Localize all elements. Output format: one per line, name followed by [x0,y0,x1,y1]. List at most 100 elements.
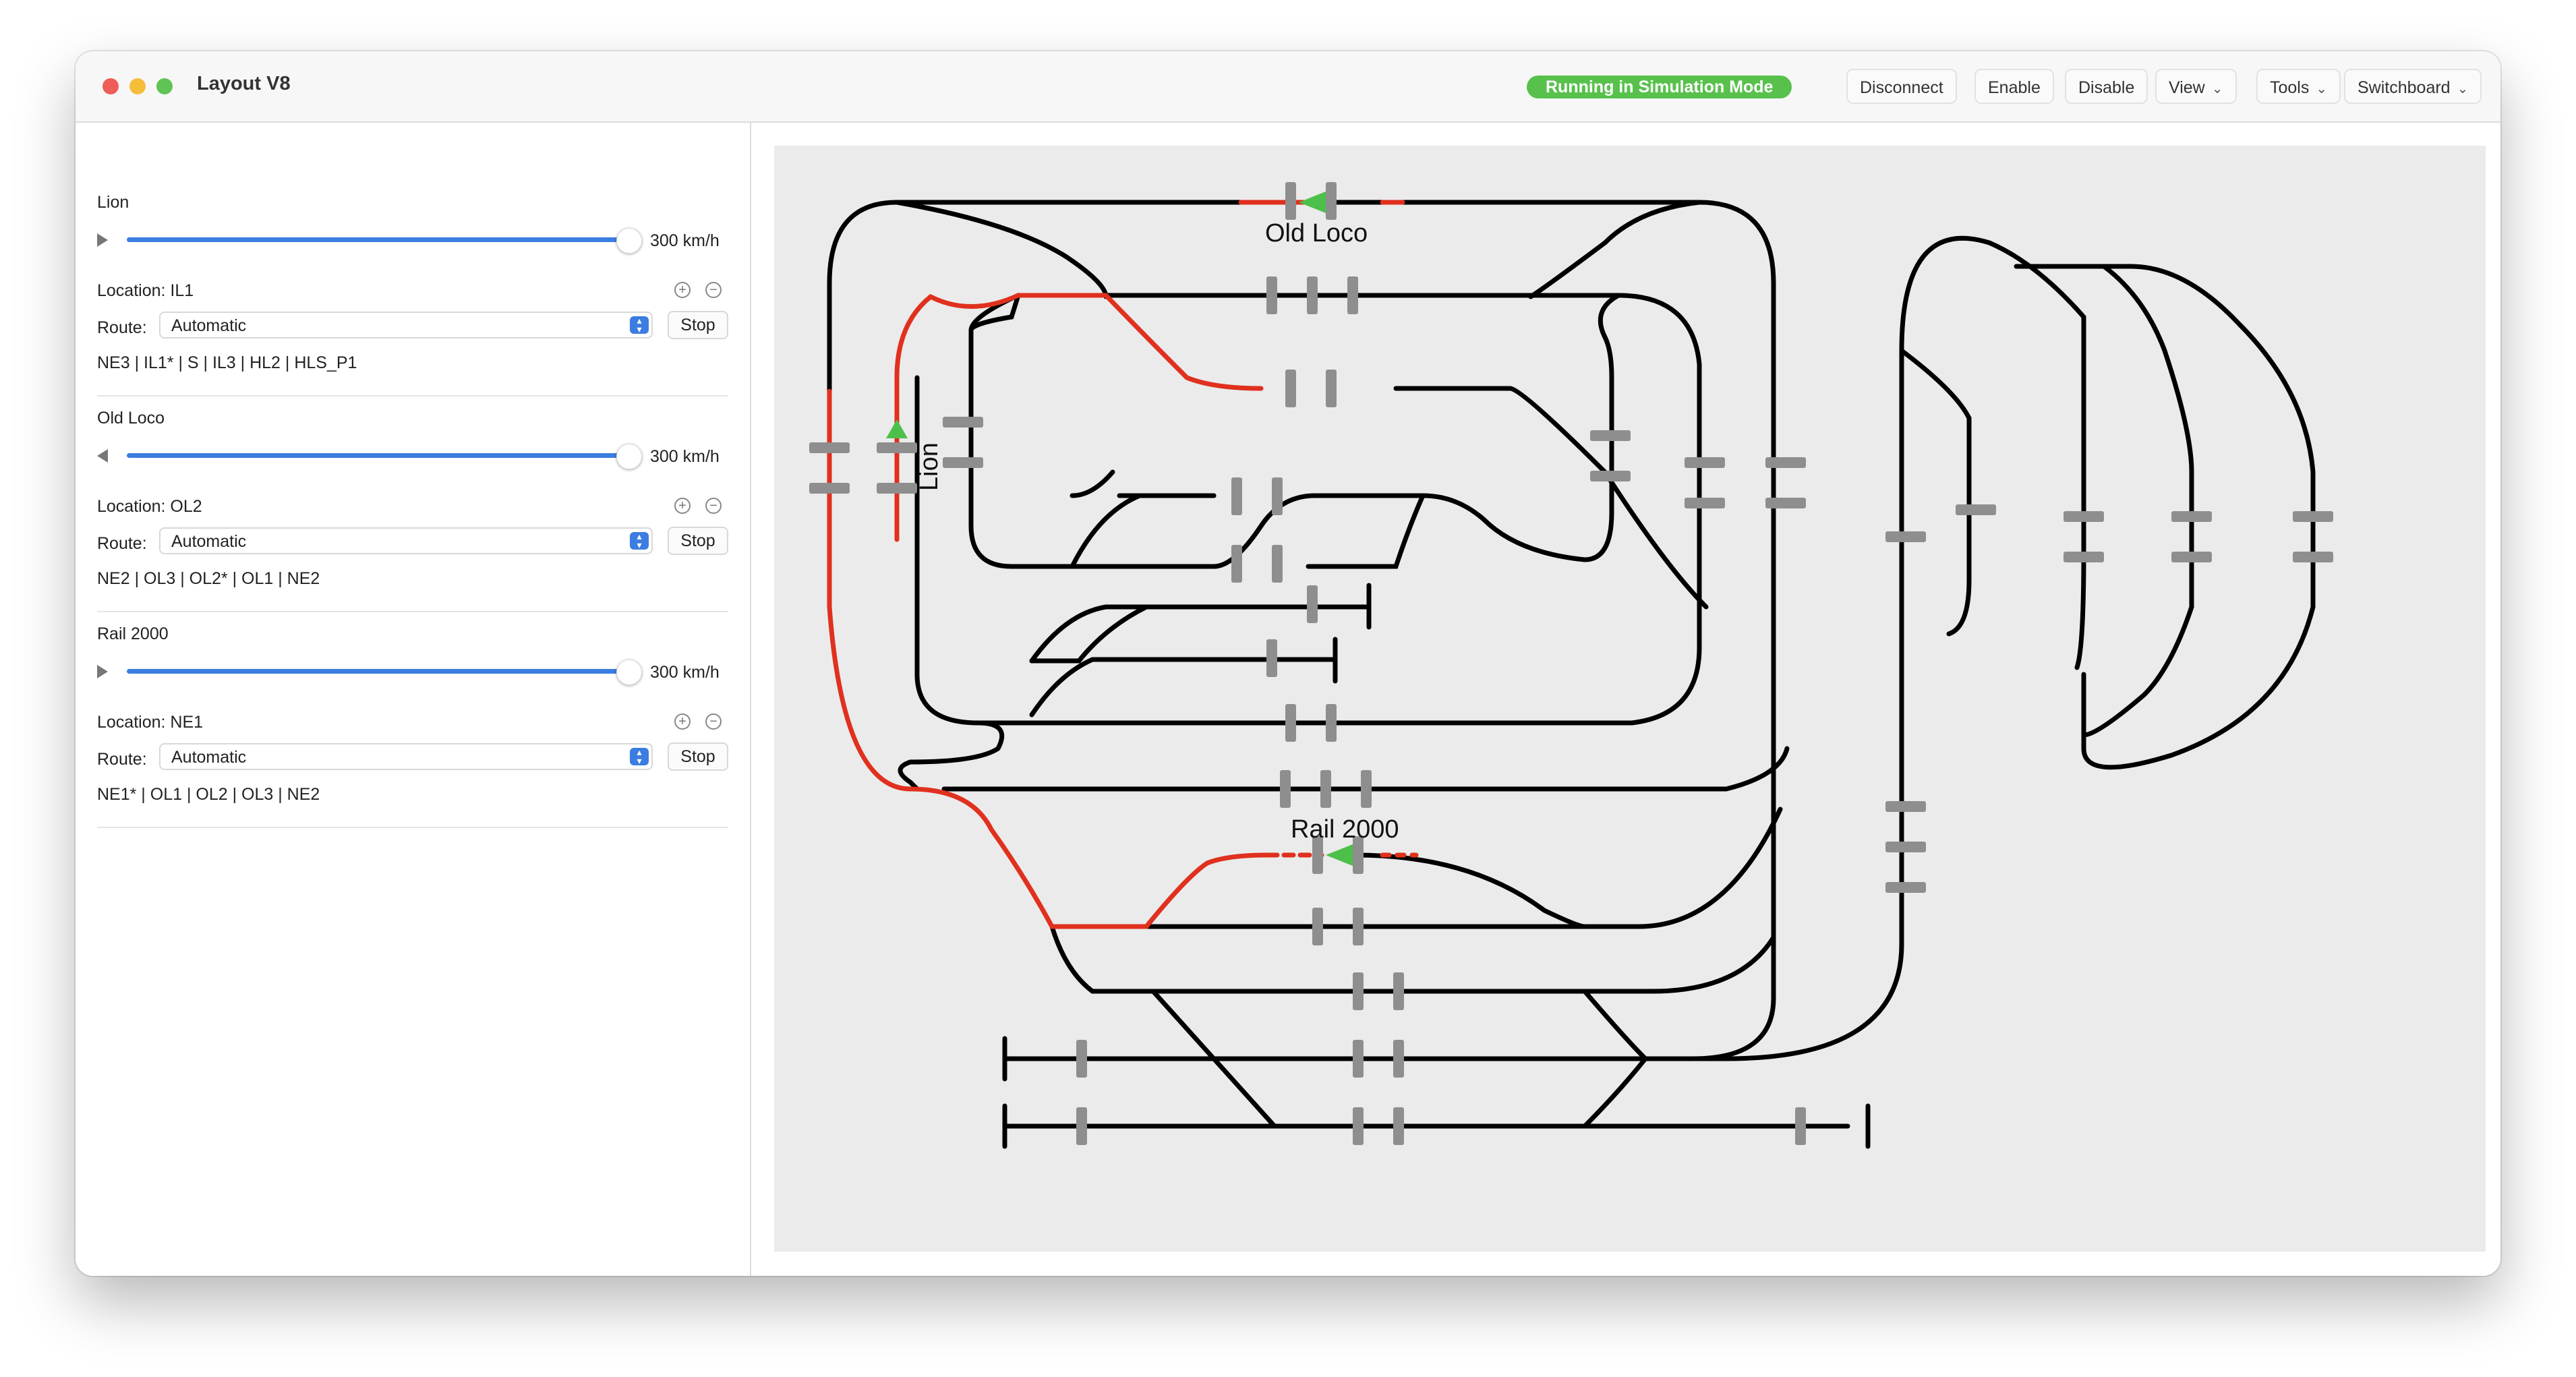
block-marker[interactable] [1326,182,1337,220]
block-marker[interactable] [1393,1107,1404,1145]
stop-button[interactable]: Stop [668,742,728,771]
enable-button[interactable]: Enable [1974,69,2054,104]
speed-slider-knob[interactable] [616,228,642,254]
block-marker[interactable] [1765,457,1806,468]
block-marker[interactable] [1353,1107,1364,1145]
block-marker[interactable] [1885,801,1926,812]
route-select-value: Automatic [171,748,247,767]
block-marker[interactable] [877,442,917,453]
disable-button[interactable]: Disable [2065,69,2148,104]
divider [97,827,728,828]
block-marker[interactable] [1307,276,1318,314]
block-marker[interactable] [2171,511,2212,522]
block-marker[interactable] [1307,585,1318,623]
speed-slider-knob[interactable] [616,660,642,685]
block-marker[interactable] [1393,972,1404,1010]
block-marker[interactable] [1266,276,1277,314]
block-marker[interactable] [1076,1040,1087,1078]
block-marker[interactable] [2171,552,2212,562]
block-marker[interactable] [943,417,983,428]
select-stepper-icon: ▴ ▾ [630,747,649,765]
view-menu-label: View [2169,78,2205,97]
block-marker[interactable] [1326,370,1337,407]
block-marker[interactable] [1272,477,1283,515]
block-marker[interactable] [2063,552,2104,562]
block-marker[interactable] [1393,1040,1404,1078]
route-select-value: Automatic [171,316,247,335]
view-menu-button[interactable]: View ⌄ [2155,69,2237,104]
speed-slider[interactable] [127,453,626,458]
stop-button[interactable]: Stop [668,527,728,555]
add-circle-icon[interactable]: + [674,282,691,298]
remove-circle-icon[interactable]: − [705,498,722,514]
track-layout-canvas[interactable]: Old Loco Lion Rail 2000 [751,123,2500,1276]
route-select[interactable]: Automatic ▴ ▾ [159,743,653,770]
route-select-value: Automatic [171,532,247,551]
window-title: Layout V8 [197,73,291,94]
reverse-icon[interactable] [97,449,108,463]
app-window: Layout V8 Running in Simulation Mode Dis… [76,51,2500,1276]
block-marker[interactable] [1765,498,1806,508]
block-marker[interactable] [1347,276,1358,314]
block-marker[interactable] [1685,457,1725,468]
tools-menu-label: Tools [2270,78,2310,97]
block-marker[interactable] [1353,972,1364,1010]
block-marker[interactable] [1885,882,1926,893]
block-marker[interactable] [877,483,917,494]
block-marker[interactable] [1353,908,1364,945]
block-marker[interactable] [2063,511,2104,522]
maximize-window-button[interactable] [156,78,173,94]
block-marker[interactable] [1320,770,1331,808]
close-window-button[interactable] [103,78,119,94]
block-marker[interactable] [2293,552,2333,562]
route-select[interactable]: Automatic ▴ ▾ [159,527,653,554]
block-marker[interactable] [1285,370,1296,407]
route-path-text: NE1* | OL1 | OL2 | OL3 | NE2 [97,785,320,804]
block-marker[interactable] [1285,704,1296,742]
remove-circle-icon[interactable]: − [705,713,722,730]
block-marker[interactable] [1280,770,1291,808]
train-panel-rail-2000: Rail 2000 300 km/h Location: NE1 + − Rou… [97,624,728,840]
route-path-text: NE2 | OL3 | OL2* | OL1 | NE2 [97,569,320,588]
block-marker[interactable] [809,442,850,453]
play-icon[interactable] [97,665,108,678]
block-marker[interactable] [1361,770,1372,808]
block-marker[interactable] [1685,498,1725,508]
block-marker[interactable] [1590,430,1631,441]
add-circle-icon[interactable]: + [674,498,691,514]
minimize-window-button[interactable] [129,78,146,94]
train-panel-old-loco: Old Loco 300 km/h Location: OL2 + − Rout… [97,409,728,624]
speed-slider[interactable] [127,669,626,674]
block-marker[interactable] [1795,1107,1806,1145]
disconnect-button[interactable]: Disconnect [1846,69,1957,104]
block-marker[interactable] [1353,1040,1364,1078]
block-marker[interactable] [1272,545,1283,583]
block-marker[interactable] [1285,182,1296,220]
chevron-down-icon: ⌄ [2211,82,2223,96]
switchboard-menu-button[interactable]: Switchboard ⌄ [2344,69,2482,104]
tools-menu-button[interactable]: Tools ⌄ [2256,69,2341,104]
remove-circle-icon[interactable]: − [705,282,722,298]
block-marker[interactable] [1885,842,1926,852]
block-marker[interactable] [1312,908,1323,945]
speed-slider-knob[interactable] [616,444,642,469]
block-marker[interactable] [2293,511,2333,522]
old-loco-track-label: Old Loco [1265,219,1368,247]
block-marker[interactable] [1266,639,1277,677]
block-marker[interactable] [943,457,983,468]
speed-value: 300 km/h [650,231,720,250]
location-label: Location: NE1 [97,713,204,732]
stop-button[interactable]: Stop [668,311,728,339]
block-marker[interactable] [1590,471,1631,481]
block-marker[interactable] [1231,545,1242,583]
block-marker[interactable] [1326,704,1337,742]
add-circle-icon[interactable]: + [674,713,691,730]
block-marker[interactable] [1885,531,1926,542]
play-icon[interactable] [97,233,108,247]
block-marker[interactable] [1231,477,1242,515]
block-marker[interactable] [1956,504,1996,515]
block-marker[interactable] [1076,1107,1087,1145]
block-marker[interactable] [809,483,850,494]
speed-slider[interactable] [127,237,626,242]
route-select[interactable]: Automatic ▴ ▾ [159,312,653,339]
